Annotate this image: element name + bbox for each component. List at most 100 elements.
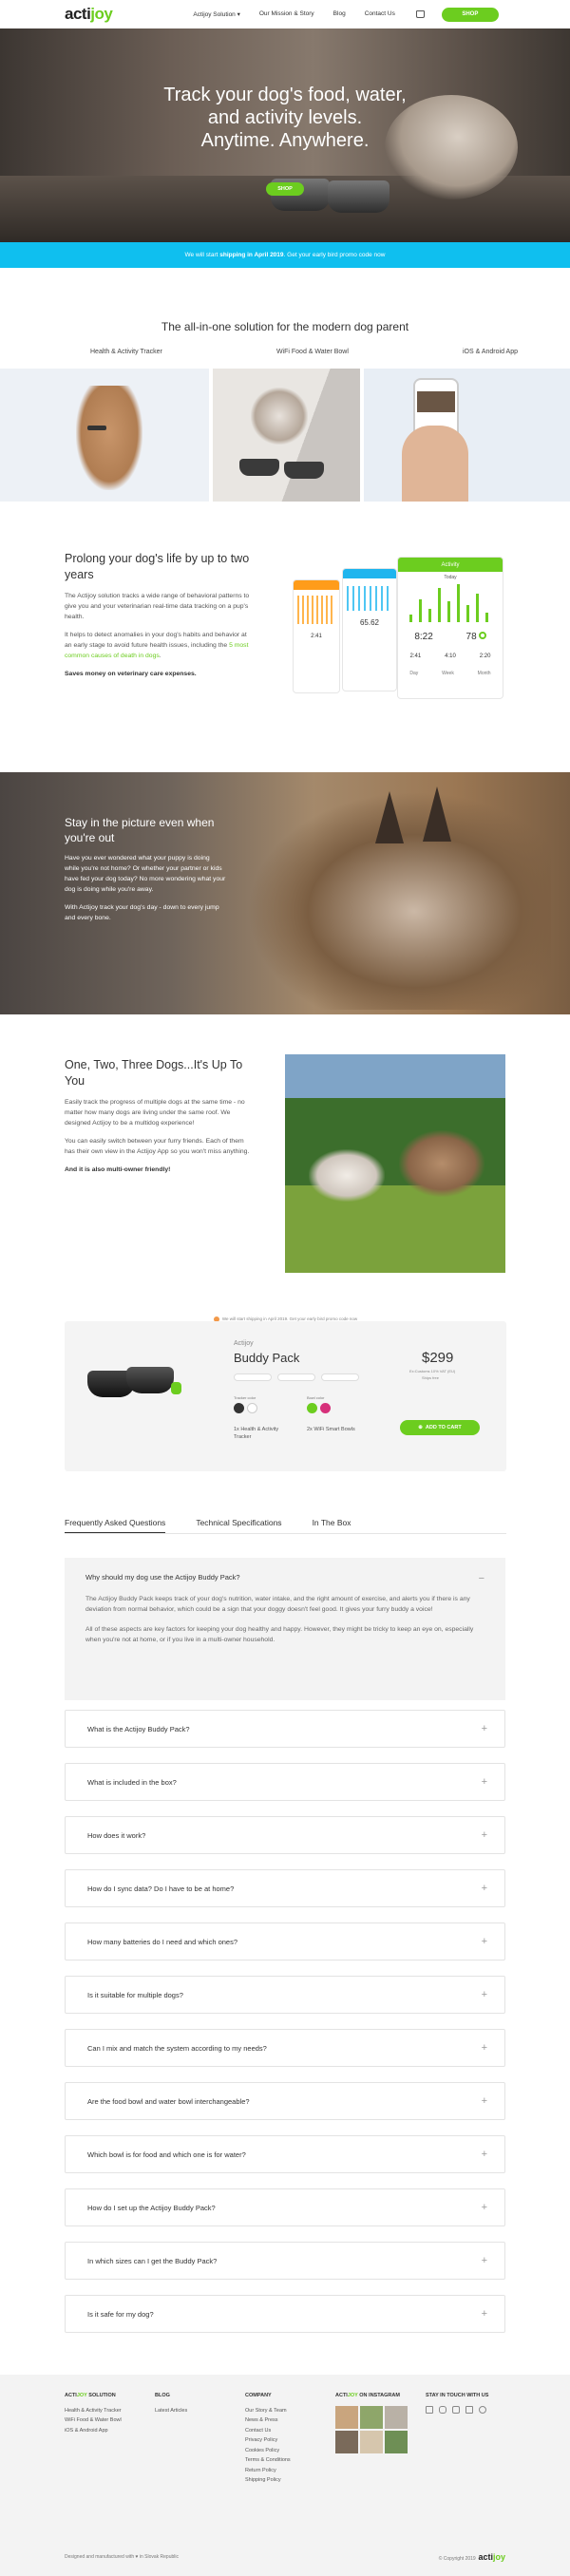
tab-specs[interactable]: Technical Specifications — [196, 1518, 281, 1533]
faq-item[interactable]: Which bowl is for food and which one is … — [65, 2135, 505, 2173]
actijoy-logo[interactable]: actijoy — [65, 5, 113, 24]
plus-icon[interactable]: + — [482, 2255, 487, 2266]
plus-icon[interactable]: + — [482, 2308, 487, 2320]
promo-bar[interactable]: We will start shipping in April 2019. Ge… — [0, 242, 570, 268]
solution-tab-tracker[interactable]: Health & Activity Tracker — [90, 349, 162, 355]
stay-p1: Have you ever wondered what your puppy i… — [65, 855, 226, 893]
add-to-cart-button[interactable]: ⊕ ADD TO CART — [400, 1420, 480, 1435]
footer-link[interactable]: Latest Articles — [155, 2406, 187, 2416]
tab-faq[interactable]: Frequently Asked Questions — [65, 1518, 166, 1533]
faq-item-open[interactable]: Why should my dog use the Actijoy Buddy … — [65, 1558, 505, 1700]
solution-tab-app[interactable]: iOS & Android App — [463, 349, 518, 355]
faq-item[interactable]: How many batteries do I need and which o… — [65, 1923, 505, 1960]
nav-solution[interactable]: Actijoy Solution ▾ — [193, 10, 240, 18]
footer-link[interactable]: Health & Activity Tracker — [65, 2406, 122, 2416]
minus-icon[interactable]: − — [479, 1573, 484, 1584]
plus-icon[interactable]: + — [482, 1883, 487, 1894]
nav-blog[interactable]: Blog — [333, 10, 346, 18]
product-item-bowls: 2x WiFi Smart Bowls — [307, 1427, 355, 1432]
footer-col-company: COMPANY Our Story & Team News & Press Co… — [245, 2391, 291, 2486]
plus-icon[interactable]: + — [482, 2095, 487, 2107]
footer-col2-title: BLOG — [155, 2393, 170, 2398]
instagram-photo[interactable] — [335, 2430, 358, 2453]
cart-icon[interactable] — [415, 10, 425, 18]
color-pink-swatch[interactable] — [320, 1403, 331, 1413]
app-hand-image — [364, 369, 570, 502]
stay-section: Stay in the picture even when you're out… — [0, 772, 570, 1014]
product-bowl-2 — [126, 1367, 174, 1393]
multidog-text: One, Two, Three Dogs...It's Up To You Ea… — [65, 1057, 255, 1175]
footer-link[interactable]: Cookies Policy — [245, 2446, 291, 2456]
faq-question: Is it safe for my dog? — [87, 2309, 154, 2319]
footer-link[interactable]: iOS & Android App — [65, 2426, 122, 2436]
solution-section: The all-in-one solution for the modern d… — [0, 268, 570, 502]
plus-icon[interactable]: + — [482, 1936, 487, 1947]
instagram-icon[interactable] — [439, 2405, 446, 2414]
footer-col-instagram: ACTIJOY ON INSTAGRAM — [335, 2391, 408, 2453]
nav-mission[interactable]: Our Mission & Story — [259, 10, 314, 18]
color-black-swatch[interactable] — [234, 1403, 244, 1413]
nav-contact[interactable]: Contact Us — [365, 10, 395, 18]
faq-item[interactable]: How do I set up the Actijoy Buddy Pack? + — [65, 2188, 505, 2226]
footer-link[interactable]: Privacy Policy — [245, 2435, 291, 2446]
solution-tab-bowl[interactable]: WiFi Food & Water Bowl — [276, 349, 349, 355]
facebook-icon[interactable] — [426, 2405, 433, 2414]
faq-item[interactable]: Can I mix and match the system according… — [65, 2029, 505, 2067]
site-header: actijoy Actijoy Solution ▾ Our Mission &… — [0, 0, 570, 28]
footer-link[interactable]: Return Policy — [245, 2466, 291, 2476]
app-tab-month[interactable]: Month — [478, 671, 491, 676]
faq-item[interactable]: How does it work? + — [65, 1816, 505, 1854]
faq-item[interactable]: What is included in the box? + — [65, 1763, 505, 1801]
instagram-photo[interactable] — [335, 2405, 358, 2429]
app-screen-2: 65.62 — [342, 568, 397, 691]
faq-item[interactable]: What is the Actijoy Buddy Pack? + — [65, 1710, 505, 1748]
color-white-swatch[interactable] — [247, 1403, 257, 1413]
faq-item[interactable]: Is it safe for my dog? + — [65, 2295, 505, 2333]
faq-item[interactable]: In which sizes can I get the Buddy Pack?… — [65, 2242, 505, 2280]
select-a[interactable] — [234, 1373, 272, 1381]
select-c[interactable] — [321, 1373, 359, 1381]
faq-question: How do I sync data? Do I have to be at h… — [87, 1884, 235, 1893]
hero-shop-button[interactable]: SHOP — [266, 182, 304, 196]
footer-link[interactable]: WiFi Food & Water Bowl — [65, 2415, 122, 2426]
footer-col1-title-c: SOLUTION — [86, 2393, 116, 2398]
plus-icon[interactable]: + — [482, 2202, 487, 2213]
hero-bowl-water — [328, 180, 390, 213]
tab-in-box[interactable]: In The Box — [313, 1518, 352, 1533]
plus-icon[interactable]: + — [482, 2042, 487, 2054]
footer-col1-title-a: ACTI — [65, 2393, 77, 2398]
multidog-section: One, Two, Three Dogs...It's Up To You Ea… — [0, 1014, 570, 1318]
color-green-swatch[interactable] — [307, 1403, 317, 1413]
instagram-photo[interactable] — [385, 2430, 408, 2453]
product-brand: Actijoy — [234, 1340, 254, 1347]
footer-link[interactable]: Our Story & Team — [245, 2406, 291, 2416]
faq-open-answer-2: All of these aspects are key factors for… — [86, 1626, 474, 1643]
faq-item[interactable]: Is it suitable for multiple dogs? + — [65, 1976, 505, 2014]
plus-icon[interactable]: + — [482, 1776, 487, 1788]
footer-link[interactable]: News & Press — [245, 2415, 291, 2426]
twitter-icon[interactable] — [466, 2405, 473, 2414]
header-shop-button[interactable]: SHOP — [441, 7, 499, 22]
hero-title-line2: and activity levels. — [207, 107, 363, 128]
footer-col-solution: ACTIJOY SOLUTION Health & Activity Track… — [65, 2391, 122, 2435]
faq-item[interactable]: Are the food bowl and water bowl interch… — [65, 2082, 505, 2120]
faq-item[interactable]: How do I sync data? Do I have to be at h… — [65, 1869, 505, 1907]
instagram-photo[interactable] — [360, 2430, 383, 2453]
plus-icon[interactable]: + — [482, 2149, 487, 2160]
plus-icon[interactable]: + — [482, 1989, 487, 2000]
app-tab-day[interactable]: Day — [409, 671, 418, 676]
app-tab-week[interactable]: Week — [442, 671, 454, 676]
tracker-color-options — [234, 1403, 260, 1413]
hero-banner: Track your dog's food, water, and activi… — [0, 28, 570, 242]
pinterest-icon[interactable] — [479, 2405, 486, 2414]
plus-icon[interactable]: + — [482, 1829, 487, 1841]
plus-icon[interactable]: + — [482, 1723, 487, 1734]
footer-link[interactable]: Contact Us — [245, 2426, 291, 2436]
footer-link[interactable]: Shipping Policy — [245, 2475, 291, 2486]
instagram-photo[interactable] — [385, 2405, 408, 2429]
select-b[interactable] — [277, 1373, 315, 1381]
youtube-icon[interactable] — [452, 2405, 460, 2414]
instagram-photo[interactable] — [360, 2405, 383, 2429]
footer-link[interactable]: Terms & Conditions — [245, 2455, 291, 2466]
faq-question: What is included in the box? — [87, 1777, 177, 1787]
